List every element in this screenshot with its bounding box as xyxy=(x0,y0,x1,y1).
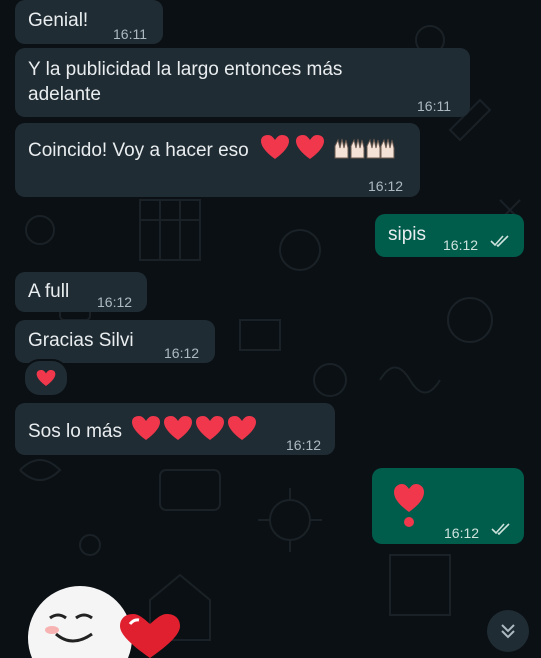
message-text: Coincido! Voy a hacer eso xyxy=(28,134,395,163)
message-time: 16:12 xyxy=(97,294,133,310)
message-reaction[interactable] xyxy=(23,359,69,397)
message-text-line-1: Y la publicidad la largo entonces más xyxy=(28,59,343,80)
heart-exclamation-icon xyxy=(394,484,424,527)
red-heart-icon xyxy=(228,416,257,440)
outgoing-message[interactable]: sipis 16:12 xyxy=(375,214,524,257)
red-heart-icon xyxy=(132,416,161,440)
scroll-to-bottom-button[interactable] xyxy=(487,610,529,652)
red-heart-icon xyxy=(164,416,193,440)
message-text: A full xyxy=(28,281,70,302)
incoming-message[interactable]: Genial! 16:11 xyxy=(15,0,163,44)
message-text: Gracias Silvi xyxy=(28,330,134,351)
message-text: sipis xyxy=(388,224,427,245)
message-time: 16:12 xyxy=(368,178,404,194)
incoming-message[interactable]: Y la publicidad la largo entonces más ad… xyxy=(15,48,470,117)
message-time: 16:11 xyxy=(113,26,147,42)
double-check-icon xyxy=(490,235,509,247)
incoming-message[interactable]: Coincido! Voy a hacer eso 16:12 xyxy=(15,123,420,197)
message-text-body: Sos lo más xyxy=(28,421,122,442)
incoming-message[interactable]: Gracias Silvi 16:12 xyxy=(15,320,215,363)
sleeping-face-heart-sticker[interactable] xyxy=(20,578,200,658)
red-heart-icon xyxy=(261,135,290,159)
incoming-message[interactable]: Sos lo más 16:12 xyxy=(15,403,335,455)
message-time: 16:12 xyxy=(444,525,480,541)
message-text-line-2: adelante xyxy=(28,84,101,105)
raising-hands-icon xyxy=(334,138,395,159)
chevron-double-down-icon xyxy=(501,624,515,639)
message-time: 16:11 xyxy=(417,98,451,114)
message-time: 16:12 xyxy=(164,345,200,361)
red-heart-icon xyxy=(196,416,225,440)
double-check-icon xyxy=(491,523,510,535)
message-text-body: Coincido! Voy a hacer eso xyxy=(28,140,249,161)
outgoing-message[interactable]: 16:12 xyxy=(372,468,524,544)
message-time: 16:12 xyxy=(286,437,322,453)
message-text: Genial! xyxy=(28,10,89,31)
message-text: Sos lo más xyxy=(28,415,257,444)
incoming-message[interactable]: A full 16:12 xyxy=(15,272,147,312)
red-heart-icon xyxy=(296,135,325,159)
red-heart-icon xyxy=(36,370,56,386)
message-time: 16:12 xyxy=(443,237,479,253)
